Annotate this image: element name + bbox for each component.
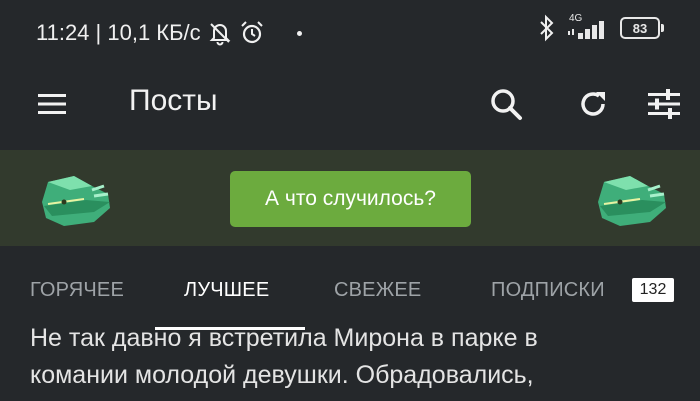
post-text-line-2: комании молодой девушки. Обрадовались,	[30, 361, 534, 389]
dot-icon	[296, 30, 302, 36]
status-bar: 11:24 | 10,1 КБ/с 4G 83	[0, 0, 700, 62]
tab-hot[interactable]: ГОРЯЧЕЕ	[30, 279, 124, 302]
status-left: 11:24 | 10,1 КБ/с	[36, 20, 302, 46]
promo-banner: А что случилось?	[0, 150, 700, 246]
menu-icon	[38, 94, 66, 114]
battery-icon: 83	[620, 17, 664, 39]
mascot-right-icon	[598, 176, 666, 226]
subscriptions-count-badge: 132	[632, 278, 674, 302]
mascot-left-icon	[42, 176, 110, 226]
status-right: 4G 83	[538, 13, 664, 42]
refresh-button[interactable]	[571, 82, 615, 126]
tab-fresh[interactable]: СВЕЖЕЕ	[334, 279, 421, 302]
tab-subscriptions[interactable]: ПОДПИСКИ	[491, 279, 605, 302]
post-text: Не так давно я встретила Мирона в парке …	[30, 320, 680, 394]
battery-level: 83	[632, 20, 648, 36]
filter-button[interactable]	[642, 82, 686, 126]
tab-best[interactable]: ЛУЧШЕЕ	[184, 279, 269, 302]
search-icon	[491, 89, 522, 120]
alarm-icon	[240, 21, 263, 44]
menu-button[interactable]	[30, 82, 74, 126]
feed-tabs: ГОРЯЧЕЕ ЛУЧШЕЕ СВЕЖЕЕ ПОДПИСКИ 132	[0, 246, 700, 320]
what-happened-button[interactable]: А что случилось?	[230, 171, 471, 227]
refresh-icon	[581, 92, 605, 116]
bluetooth-icon	[540, 14, 554, 42]
page-title: Посты	[129, 84, 218, 117]
muted-bell-icon	[209, 23, 231, 46]
post-text-line-1: Не так давно я встретила Мирона в парке …	[30, 324, 538, 352]
filter-icon	[648, 89, 680, 119]
active-tab-underline	[155, 327, 305, 330]
search-button[interactable]	[484, 82, 528, 126]
status-time-speed: 11:24 | 10,1 КБ/с	[36, 20, 201, 45]
top-app-bar: Посты	[0, 62, 700, 150]
signal-icon: 4G	[566, 13, 610, 42]
